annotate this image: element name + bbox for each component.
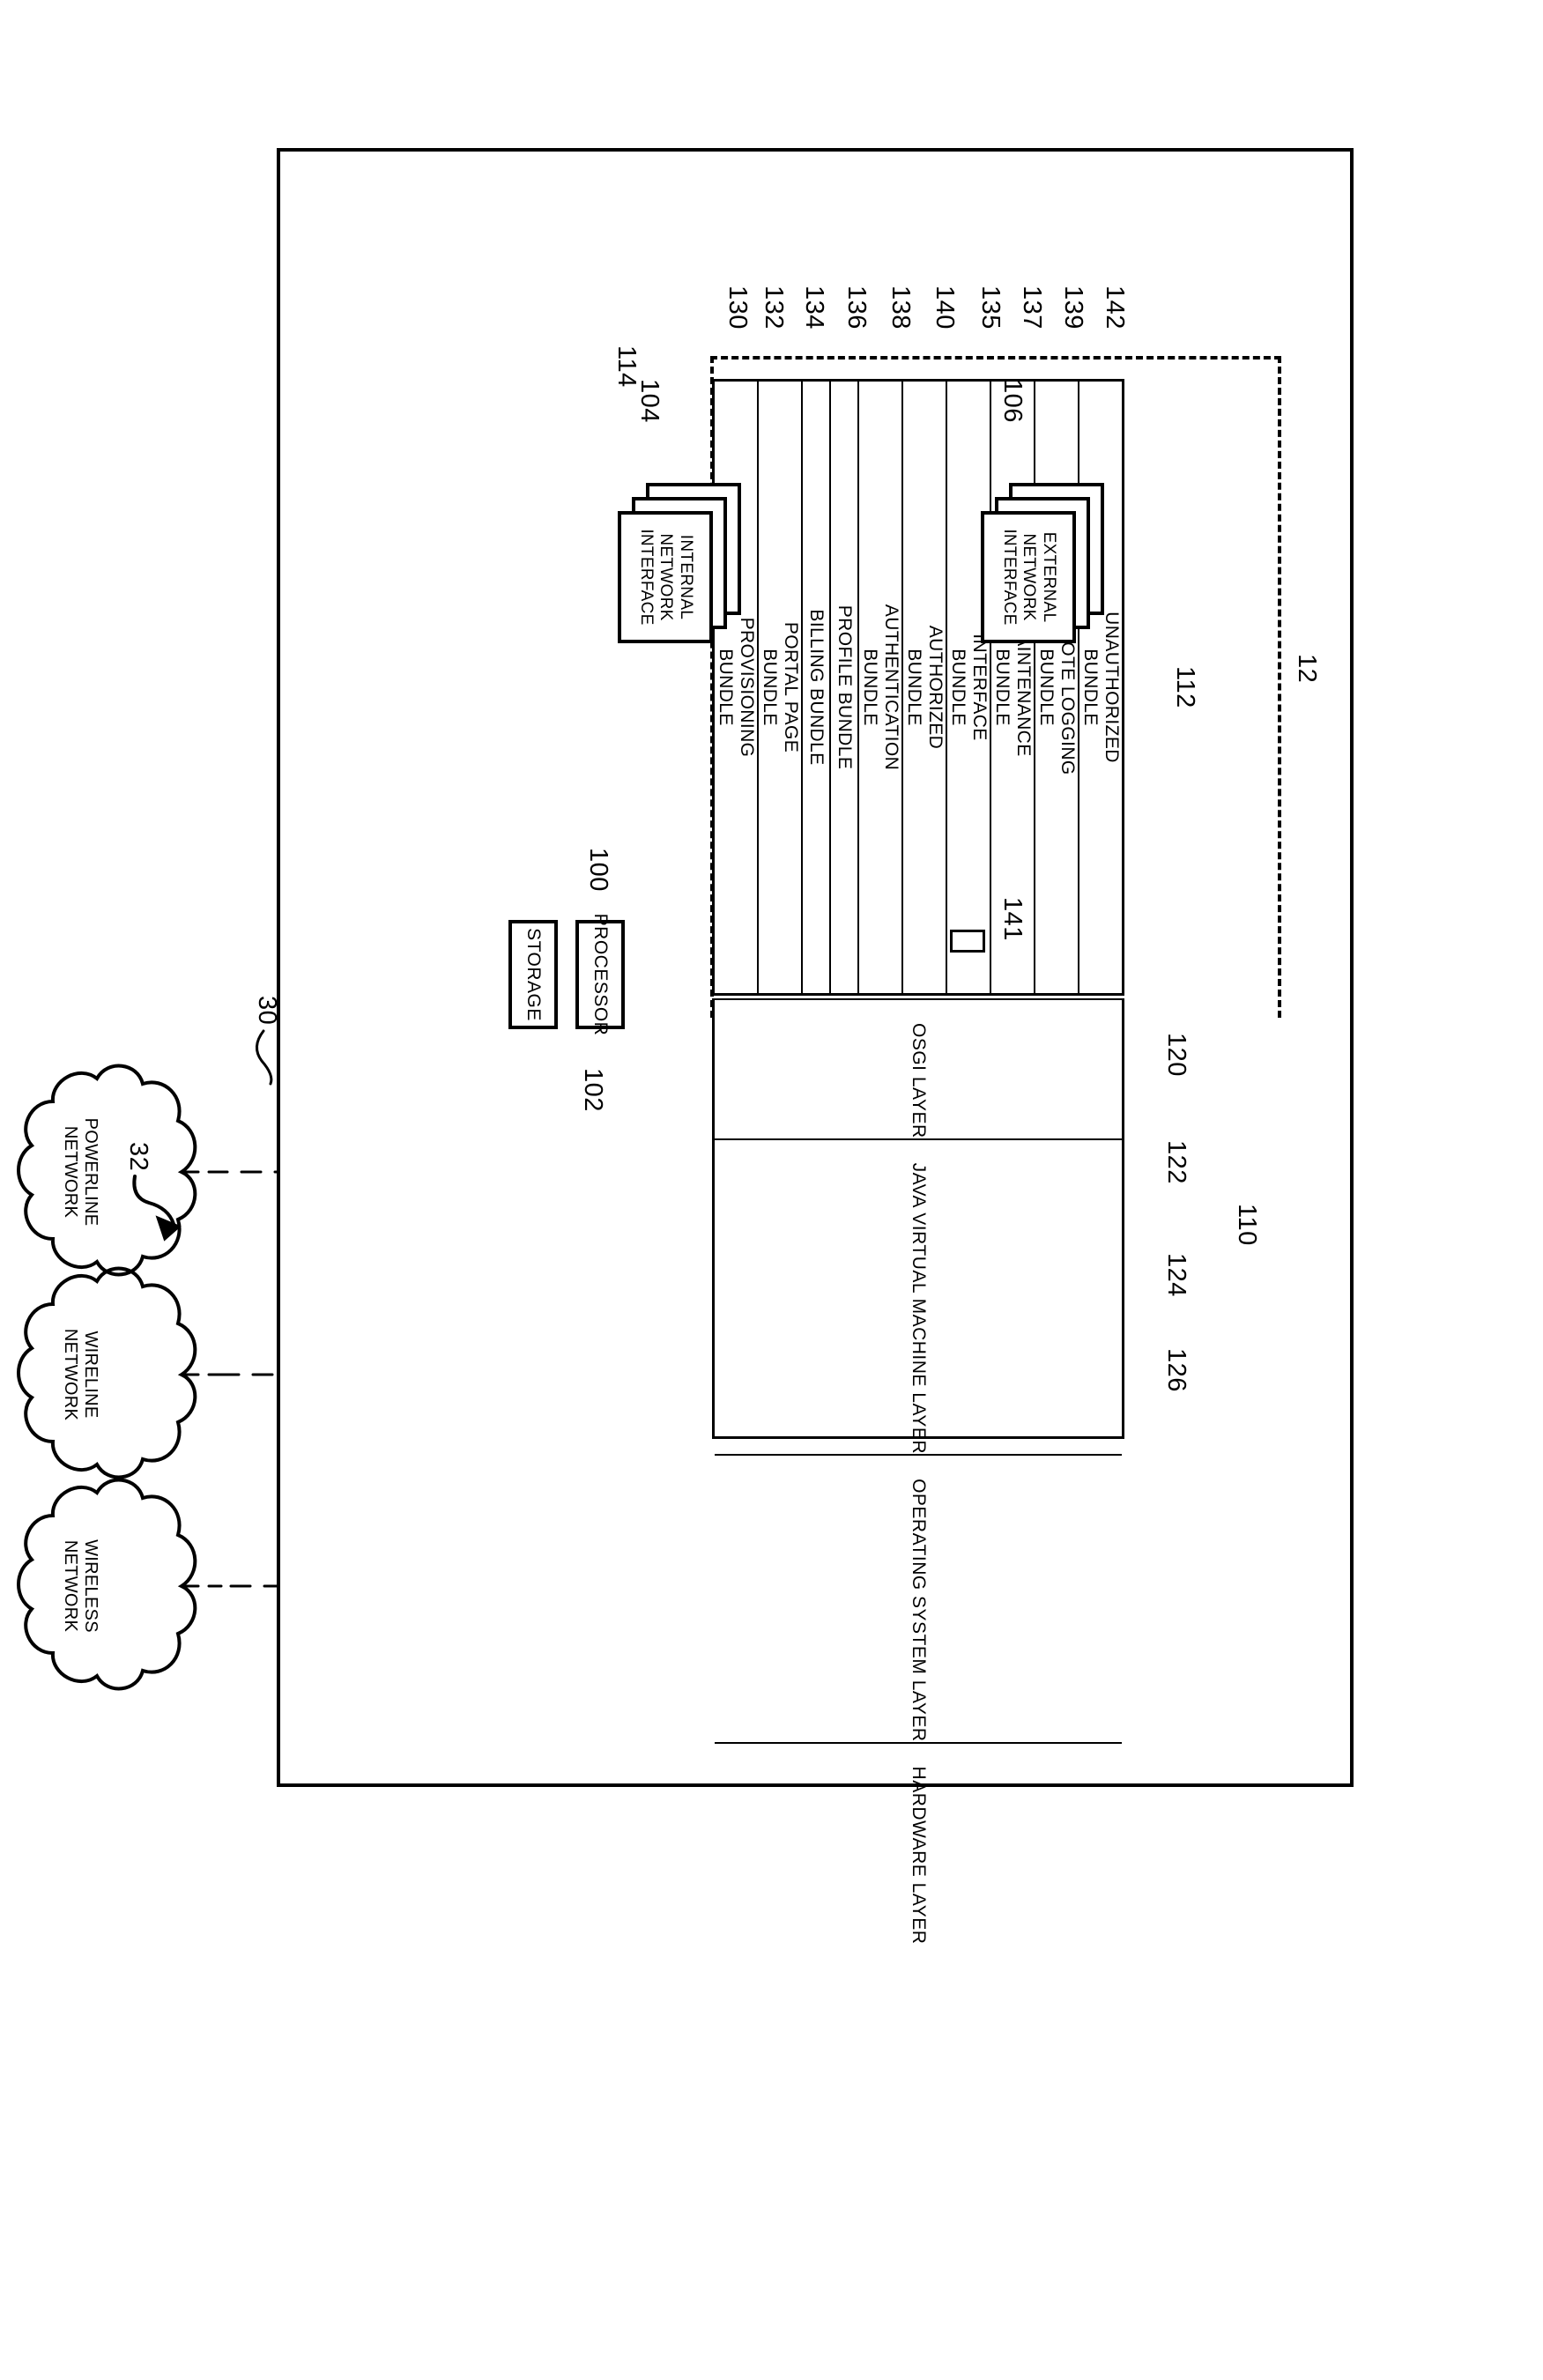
bundle-remote-logging[interactable]: REMOTE LOGGING BUNDLE	[1034, 382, 1078, 993]
bundle-billing[interactable]: BILLING BUNDLE	[801, 382, 829, 993]
bundle-authorized[interactable]: AUTHORIZED BUNDLE	[901, 382, 946, 993]
internal-nif-line2: NETWORK	[657, 533, 676, 621]
layer-label: OSGI LAYER	[909, 1023, 930, 1138]
external-network-interface-stack[interactable]: EXTERNAL NETWORK INTERFACE	[974, 483, 1104, 650]
patent-figure-sheet: UNAUTHORIZED BUNDLE REMOTE LOGGING BUNDLE …	[0, 0, 1543, 2380]
bundle-label-line2: BUNDLE	[860, 649, 880, 726]
layer-hardware[interactable]: HARDWARE LAYER	[715, 1741, 1122, 1945]
bundle-portal-page[interactable]: PORTAL PAGE BUNDLE	[757, 382, 801, 993]
ref-132: 132	[760, 285, 788, 330]
layer-osgi[interactable]: OSGI LAYER	[715, 998, 1122, 1138]
layer-operating-system[interactable]: OPERATING SYSTEM LAYER	[715, 1454, 1122, 1742]
bundle-label-line2: BUNDLE	[948, 649, 968, 726]
ref-122: 122	[1162, 1140, 1191, 1184]
external-nif-line2: NETWORK	[1020, 533, 1039, 621]
ref-130: 130	[723, 285, 752, 330]
external-nif-front-card[interactable]: EXTERNAL NETWORK INTERFACE	[981, 511, 1076, 643]
cloud-label-line2: NETWORK	[61, 1328, 80, 1421]
bundle-interface[interactable]: INTERFACE BUNDLE	[946, 382, 990, 993]
ref-142: 142	[1101, 285, 1129, 330]
cloud-label-line1: WIRELESS	[81, 1539, 100, 1633]
internal-nif-front-card[interactable]: INTERNAL NETWORK INTERFACE	[618, 511, 713, 643]
ref-139: 139	[1059, 285, 1087, 330]
ref-140: 140	[931, 285, 959, 330]
storage-box[interactable]: STORAGE	[508, 920, 558, 1029]
ref-102: 102	[579, 1068, 607, 1112]
cloud-wireline-network[interactable]: WIRELINE NETWORK	[0, 1286, 190, 1463]
ref-120: 120	[1162, 1033, 1191, 1077]
cloud-wireless-network[interactable]: WIRELESS NETWORK	[0, 1498, 190, 1674]
bundle-label-line1: PORTAL PAGE	[781, 621, 801, 753]
ref-136: 136	[842, 285, 871, 330]
cloud-label-line1: WIRELINE	[81, 1331, 100, 1419]
internal-network-interface-stack[interactable]: INTERNAL NETWORK INTERFACE	[611, 483, 741, 650]
ref-112: 112	[1171, 666, 1199, 708]
processor-label: PROCESSOR	[590, 913, 611, 1036]
internal-nif-line1: INTERNAL	[676, 534, 695, 620]
ref-32: 32	[124, 1142, 152, 1172]
ref-141: 141	[998, 897, 1027, 941]
ref-30: 30	[253, 996, 281, 1026]
bundle-label-line1: BILLING BUNDLE	[806, 609, 827, 766]
bundle-authentication[interactable]: AUTHENTICATION BUNDLE	[857, 382, 901, 993]
bundle-profile[interactable]: PROFILE BUNDLE	[829, 382, 857, 993]
bundle-label-line1: AUTHORIZED	[925, 625, 946, 750]
ref-124: 124	[1162, 1253, 1191, 1297]
ref-110: 110	[1233, 1204, 1261, 1246]
bundle-stack: UNAUTHORIZED BUNDLE REMOTE LOGGING BUNDLE …	[712, 379, 1124, 996]
ref-114: 114	[612, 345, 641, 388]
layer-label: HARDWARE LAYER	[909, 1766, 930, 1945]
cloud-label-line2: NETWORK	[61, 1125, 80, 1219]
internal-nif-line3: INTERFACE	[636, 529, 656, 626]
external-nif-line3: INTERFACE	[999, 529, 1019, 626]
bundle-label-line1: PROFILE BUNDLE	[835, 604, 855, 770]
layer-java-virtual-machine[interactable]: JAVA VIRTUAL MACHINE LAYER	[715, 1138, 1122, 1455]
cloud-label-line2: NETWORK	[61, 1539, 80, 1633]
ref-12: 12	[1293, 654, 1321, 684]
bundle-label-line1: AUTHENTICATION	[881, 604, 901, 771]
processor-box[interactable]: PROCESSOR	[575, 914, 625, 1035]
ref-137: 137	[1018, 285, 1046, 330]
ref-106: 106	[998, 379, 1027, 423]
cloud-label-line1: POWERLINE	[81, 1117, 100, 1227]
ref-135: 135	[976, 285, 1005, 330]
layer-stack: OSGI LAYER JAVA VIRTUAL MACHINE LAYER OP…	[712, 998, 1124, 1945]
bundle-label-line2: BUNDLE	[760, 649, 780, 726]
ref-126: 126	[1162, 1348, 1191, 1392]
bundle-provisioning[interactable]: PROVISIONING BUNDLE	[715, 382, 757, 993]
layer-label: JAVA VIRTUAL MACHINE LAYER	[909, 1162, 930, 1455]
ref-138: 138	[886, 285, 915, 330]
inner-box-141	[950, 930, 985, 953]
bundle-unauthorized[interactable]: UNAUTHORIZED BUNDLE	[1078, 382, 1122, 993]
ref-100: 100	[584, 848, 612, 892]
ref-134: 134	[800, 285, 828, 330]
storage-label: STORAGE	[523, 928, 544, 1021]
cloud-powerline-network[interactable]: POWERLINE NETWORK	[0, 1084, 190, 1260]
layer-label: OPERATING SYSTEM LAYER	[909, 1479, 930, 1742]
bundle-label-line2: BUNDLE	[904, 649, 924, 726]
external-nif-line1: EXTERNAL	[1039, 531, 1058, 623]
